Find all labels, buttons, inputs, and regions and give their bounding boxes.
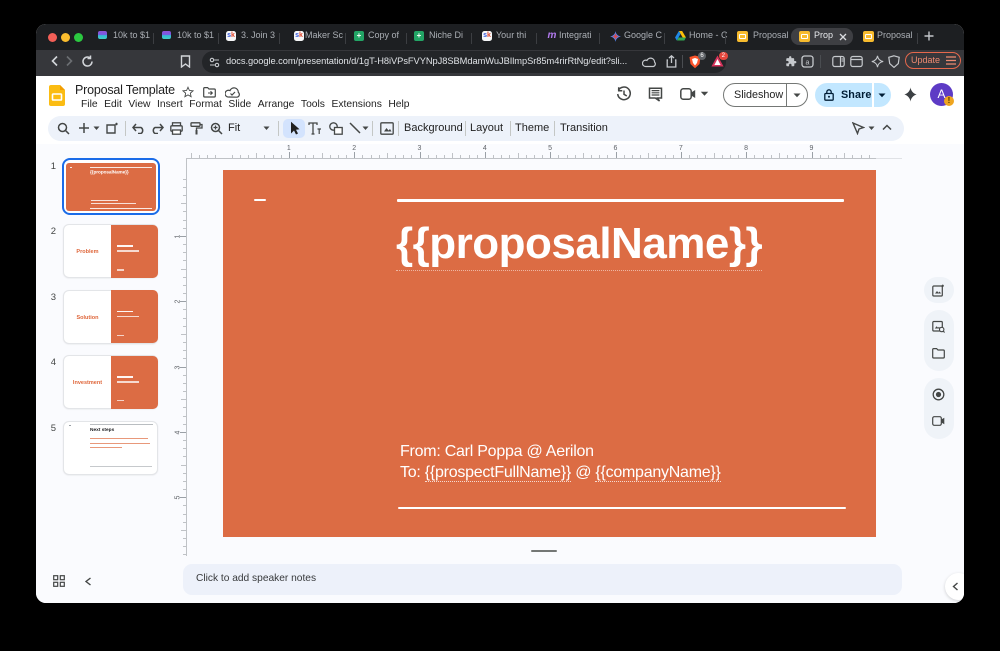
svg-text:a: a [806,59,810,66]
